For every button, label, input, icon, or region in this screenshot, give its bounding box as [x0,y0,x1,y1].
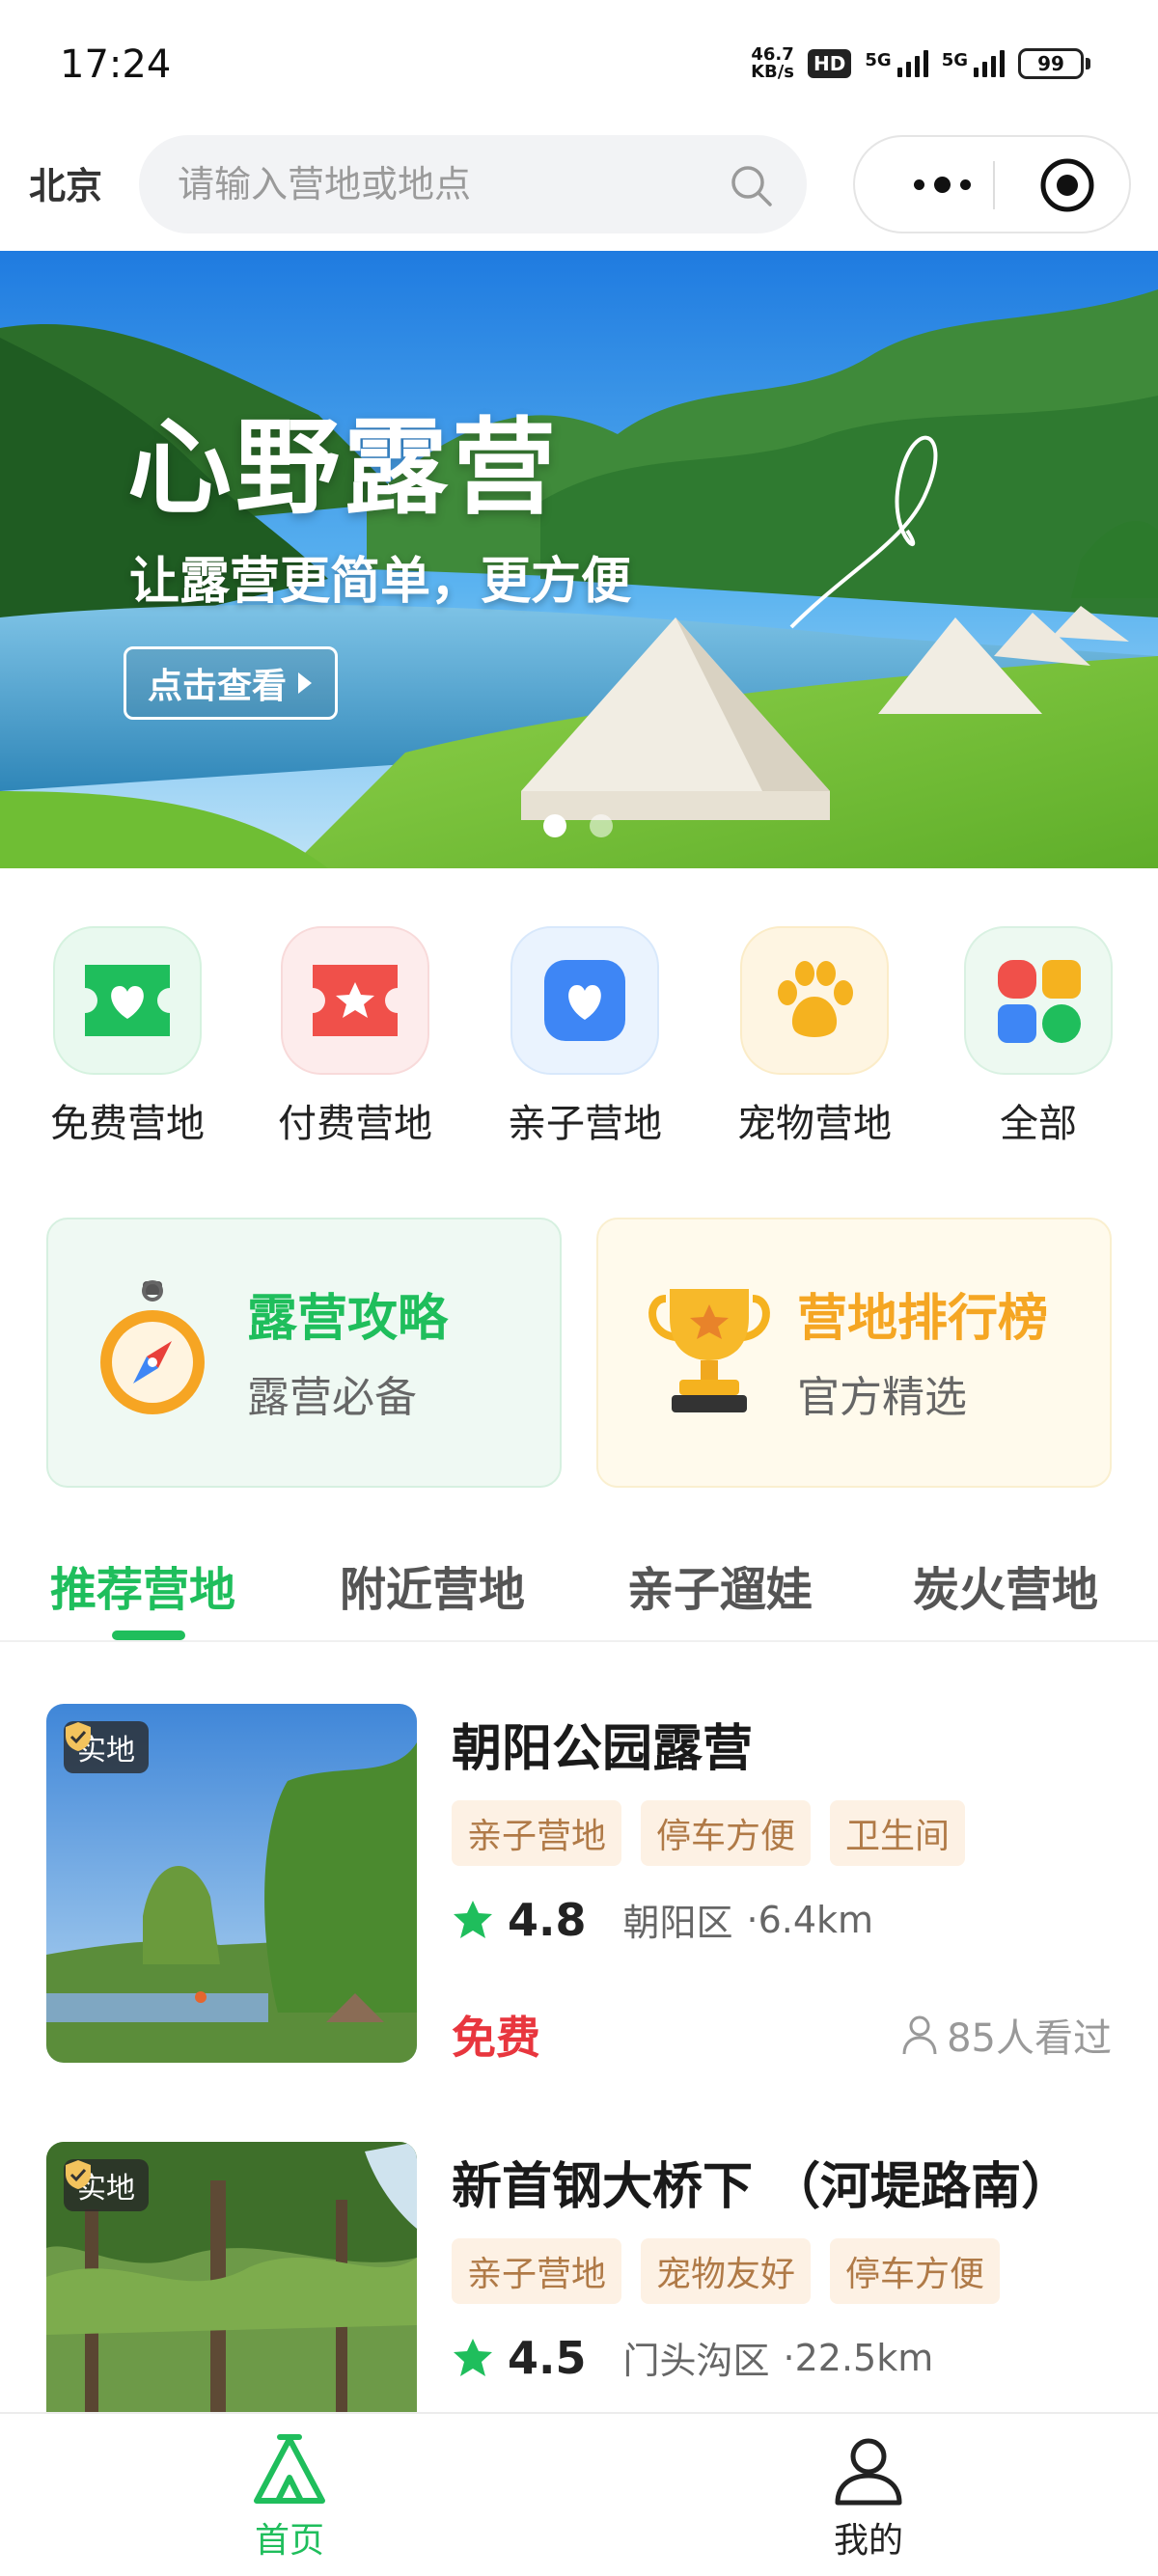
banner-dot[interactable] [543,814,566,837]
promo-guide-card[interactable]: 露营攻略 露营必备 [46,1218,562,1488]
category-grid: 免费营地 付费营地 亲子营地 宠物营地 全部 [0,926,1158,1158]
user-outline-icon [902,2015,937,2055]
verified-badge: 实地 [64,2159,149,2211]
camp-district: 朝阳区 [622,1902,733,1944]
category-all[interactable]: 全部 [942,926,1135,1148]
signal-icon-2: 5G [942,50,1005,77]
camp-name[interactable]: 朝阳公园露营 [452,1708,753,1780]
promo-guide-subtitle: 露营必备 [247,1373,417,1422]
promo-ranking-subtitle: 官方精选 [797,1373,967,1422]
compass-icon [100,1280,205,1414]
camp-tag: 卫生间 [830,1800,966,1866]
camp-name[interactable]: 新首钢大桥下 （河堤路南） [452,2146,1071,2218]
promo-ranking-title: 营地排行榜 [797,1290,1049,1348]
camp-price: 免费 [452,2012,540,2064]
banner-subtitle: 让露营更简单，更方便 [129,553,632,611]
hero-banner[interactable]: 心野露营 让露营更简单，更方便 点击查看 [0,251,1158,868]
camp-tags: 亲子营地 停车方便 卫生间 [452,1800,966,1866]
status-bar: 17:24 46.7 KB/s HD 5G 5G 99 [0,0,1158,125]
tab-charcoal[interactable]: 炭火营地 [913,1551,1098,1619]
banner-view-button[interactable]: 点击查看 [124,646,339,720]
heart-shield-icon [510,926,659,1075]
status-icons: 46.7 KB/s HD 5G 5G 99 [751,46,1090,81]
signal-icon: 5G [865,50,928,77]
tab-family[interactable]: 亲子遛娃 [627,1551,813,1619]
grid-icon [964,926,1113,1075]
camp-list-item[interactable]: 实地 新首钢大桥下 （河堤路南） 亲子营地 宠物友好 停车方便 4.5 门头沟区… [46,2142,1112,2501]
active-tab-indicator [112,1631,185,1640]
play-triangle-icon [298,672,313,694]
user-icon [835,2438,902,2506]
network-speed: 46.7 KB/s [751,44,795,82]
search-input[interactable] [178,135,718,233]
camp-tag: 亲子营地 [452,1800,622,1866]
camp-list-item[interactable]: 实地 朝阳公园露营 亲子营地 停车方便 卫生间 4.8 朝阳区 ·6.4km 免… [46,1704,1112,2064]
category-paid[interactable]: 付费营地 [259,926,452,1148]
tab-nearby[interactable]: 附近营地 [340,1551,525,1619]
trophy-icon [648,1289,770,1412]
camp-tags: 亲子营地 宠物友好 停车方便 [452,2238,1001,2304]
camp-district: 门头沟区 [622,2340,770,2382]
nav-home[interactable]: 首页 [193,2433,386,2562]
camp-thumbnail: 实地 [46,1704,417,2063]
star-icon [454,1900,492,1938]
status-time: 17:24 [60,42,172,87]
tab-recommended[interactable]: 推荐营地 [50,1551,235,1619]
banner-dot[interactable] [590,814,613,837]
camp-rating: 4.5 [508,2331,587,2384]
camp-tabs: 推荐营地 附近营地 亲子遛娃 炭火营地 [0,1534,1158,1642]
top-header: 北京 [0,125,1158,251]
city-selector[interactable]: 北京 [29,156,102,209]
heart-ticket-icon [53,926,202,1075]
star-icon [454,2338,492,2376]
camp-tag: 宠物友好 [641,2238,812,2304]
miniprogram-capsule [853,135,1131,233]
promo-ranking-card[interactable]: 营地排行榜 官方精选 [596,1218,1112,1488]
home-page: 17:24 46.7 KB/s HD 5G 5G 99 北京 请输入营地或地点 … [0,0,1158,2576]
category-family[interactable]: 亲子营地 [488,926,681,1148]
battery-icon: 99 [1018,48,1090,79]
verified-badge: 实地 [64,1721,149,1773]
camp-tag: 停车方便 [641,1800,812,1866]
camp-distance: ·22.5km [783,2336,934,2379]
nav-mine[interactable]: 我的 [772,2433,965,2562]
search-bar[interactable] [139,135,807,233]
star-ticket-icon [281,926,429,1075]
promo-guide-title: 露营攻略 [247,1290,449,1348]
tent-icon [254,2434,325,2504]
category-free[interactable]: 免费营地 [31,926,224,1148]
more-icon[interactable] [894,137,990,232]
camp-tag: 停车方便 [830,2238,1001,2304]
camp-views: 85人看过 [900,2007,1112,2063]
camp-rating-row: 4.8 朝阳区 ·6.4km [452,1893,873,1946]
banner-pagination [543,814,613,837]
banner-title: 心野露营 [127,408,561,529]
search-icon[interactable] [728,162,774,208]
shield-check-icon [66,2160,91,2189]
camp-rating-row: 4.5 门头沟区 ·22.5km [452,2331,933,2384]
category-pet[interactable]: 宠物营地 [718,926,911,1148]
camp-tag: 亲子营地 [452,2238,622,2304]
camp-rating: 4.8 [508,1893,587,1946]
hd-icon: HD [808,49,852,78]
close-target-icon[interactable] [1038,156,1096,214]
camp-distance: ·6.4km [746,1898,874,1941]
bottom-navigation: 首页 我的 [0,2412,1158,2576]
paw-icon [740,926,889,1075]
shield-check-icon [66,1722,91,1751]
